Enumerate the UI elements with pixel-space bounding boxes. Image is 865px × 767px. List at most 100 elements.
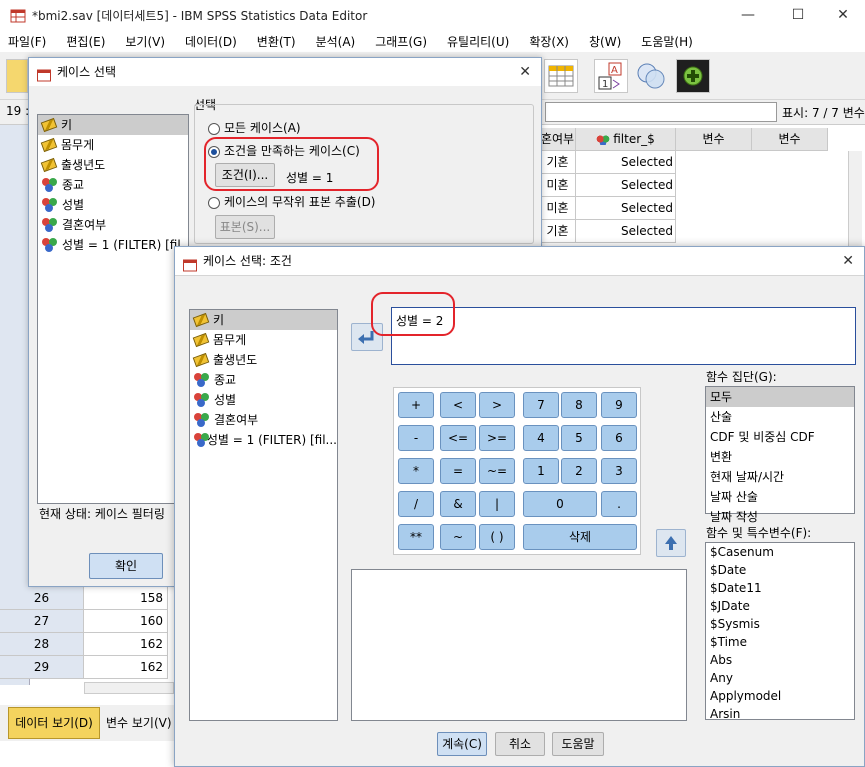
key-plus[interactable]: + (398, 392, 434, 418)
key-divide[interactable]: / (398, 491, 434, 517)
tab-variable-view[interactable]: 변수 보기(V) (102, 711, 178, 737)
row-number[interactable]: 28 (0, 633, 84, 656)
maximize-button[interactable]: ☐ (775, 4, 821, 26)
column-header-filter[interactable]: filter_$ (576, 128, 676, 151)
row-number[interactable]: 27 (0, 610, 84, 633)
function-group-list[interactable]: 모두 산술 CDF 및 비중심 CDF 변환 현재 날짜/시간 날짜 산술 날짜… (705, 386, 855, 524)
column-header-married[interactable]: 혼여부 (540, 128, 576, 151)
key-not[interactable]: ~ (440, 524, 476, 550)
key-le[interactable]: <= (440, 425, 476, 451)
list-item[interactable]: 키 (38, 115, 188, 135)
menu-help[interactable]: 도움말(H) (641, 33, 693, 50)
row-number[interactable]: 29 (0, 656, 84, 679)
list-item[interactable]: $Date (706, 561, 854, 579)
expression-input[interactable]: 성별 = 2 (391, 307, 856, 365)
minimize-button[interactable]: — (725, 4, 771, 26)
list-item[interactable]: 성별 = 1 (FILTER) [fil (38, 235, 188, 255)
key-6[interactable]: 6 (601, 425, 637, 451)
list-item[interactable]: 종교 (190, 370, 337, 390)
list-item[interactable]: 키 (190, 310, 337, 330)
list-item[interactable]: 산술 (706, 407, 854, 427)
list-item[interactable]: 성별 = 1 (FILTER) [fil... (190, 430, 337, 450)
value-labels-icon[interactable]: A1 (594, 59, 628, 93)
list-item[interactable]: 몸무게 (38, 135, 188, 155)
close-button[interactable]: ✕ (820, 4, 865, 26)
key-dot[interactable]: . (601, 491, 637, 517)
list-item[interactable]: 현재 날짜/시간 (706, 467, 854, 487)
variable-list[interactable]: 키 몸무게 출생년도 종교 성별 결혼여부 성별 = 1 (FILTER) [f… (189, 309, 338, 721)
list-item[interactable]: $Date11 (706, 579, 854, 597)
list-item[interactable]: 몸무게 (190, 330, 337, 350)
key-parens[interactable]: ( ) (479, 524, 515, 550)
key-lt[interactable]: < (440, 392, 476, 418)
cell-height[interactable]: 162 (84, 656, 168, 679)
key-0[interactable]: 0 (523, 491, 597, 517)
cell-height[interactable]: 162 (84, 633, 168, 656)
menu-utilities[interactable]: 유틸리티(U) (447, 33, 509, 50)
add-extension-icon[interactable] (676, 59, 710, 93)
cell-filter[interactable]: Selected (576, 197, 676, 220)
radio-random-sample[interactable]: 케이스의 무작위 표본 추출(D) (208, 193, 376, 210)
sample-button[interactable]: 표본(S)... (215, 215, 275, 239)
key-5[interactable]: 5 (561, 425, 597, 451)
menu-transform[interactable]: 변환(T) (257, 33, 296, 50)
horizontal-scrollbar[interactable] (84, 682, 174, 694)
menu-extensions[interactable]: 확장(X) (529, 33, 569, 50)
list-item[interactable]: $Sysmis (706, 615, 854, 633)
list-item[interactable]: 모두 (706, 387, 854, 407)
key-2[interactable]: 2 (561, 458, 597, 484)
list-item[interactable]: 출생년도 (38, 155, 188, 175)
key-eq[interactable]: = (440, 458, 476, 484)
row-number[interactable]: 26 (0, 587, 84, 610)
list-item[interactable]: 출생년도 (190, 350, 337, 370)
menu-edit[interactable]: 편집(E) (66, 33, 105, 50)
key-ne[interactable]: ~= (479, 458, 515, 484)
close-icon[interactable]: ✕ (519, 58, 531, 86)
list-item[interactable]: 날짜 산술 (706, 487, 854, 507)
tab-data-view[interactable]: 데이터 보기(D) (8, 707, 100, 739)
list-item[interactable]: 변환 (706, 447, 854, 467)
column-header-var1[interactable]: 변수 (676, 128, 752, 151)
key-power[interactable]: ** (398, 524, 434, 550)
cell-married[interactable]: 미혼 (540, 174, 576, 197)
key-or[interactable]: | (479, 491, 515, 517)
list-item[interactable]: Arsin (706, 705, 854, 719)
close-icon[interactable]: ✕ (842, 247, 854, 275)
variable-list[interactable]: 키 몸무게 출생년도 종교 성별 결혼여부 성별 = 1 (FILTER) [f… (37, 114, 189, 504)
list-item[interactable]: Abs (706, 651, 854, 669)
cell-filter[interactable]: Selected (576, 151, 676, 174)
key-minus[interactable]: - (398, 425, 434, 451)
grid-table-icon[interactable] (544, 59, 578, 93)
cell-filter[interactable]: Selected (576, 220, 676, 243)
column-header-var2[interactable]: 변수 (752, 128, 828, 151)
list-item[interactable]: 성별 (190, 390, 337, 410)
cell-filter[interactable]: Selected (576, 174, 676, 197)
list-item[interactable]: Any (706, 669, 854, 687)
menu-view[interactable]: 보기(V) (125, 33, 165, 50)
list-item[interactable]: 결혼여부 (38, 215, 188, 235)
list-item[interactable]: 결혼여부 (190, 410, 337, 430)
menu-file[interactable]: 파일(F) (8, 33, 46, 50)
key-gt[interactable]: > (479, 392, 515, 418)
key-4[interactable]: 4 (523, 425, 559, 451)
cell-married[interactable]: 미혼 (540, 197, 576, 220)
move-function-up-button[interactable] (656, 529, 686, 557)
ok-button[interactable]: 확인 (89, 553, 163, 579)
continue-button[interactable]: 계속(C) (437, 732, 487, 756)
list-item[interactable]: CDF 및 비중심 CDF (706, 427, 854, 447)
key-delete[interactable]: 삭제 (523, 524, 637, 550)
list-item[interactable]: $JDate (706, 597, 854, 615)
key-1[interactable]: 1 (523, 458, 559, 484)
radio-all-cases[interactable]: 모든 케이스(A) (208, 119, 301, 136)
key-7[interactable]: 7 (523, 392, 559, 418)
list-item[interactable]: 성별 (38, 195, 188, 215)
menu-graphs[interactable]: 그래프(G) (375, 33, 427, 50)
key-and[interactable]: & (440, 491, 476, 517)
menu-data[interactable]: 데이터(D) (185, 33, 237, 50)
open-file-icon[interactable] (6, 59, 28, 93)
key-8[interactable]: 8 (561, 392, 597, 418)
list-item[interactable]: $Casenum (706, 543, 854, 561)
menu-analyze[interactable]: 분석(A) (316, 33, 356, 50)
key-3[interactable]: 3 (601, 458, 637, 484)
cell-value-field[interactable] (545, 102, 777, 122)
